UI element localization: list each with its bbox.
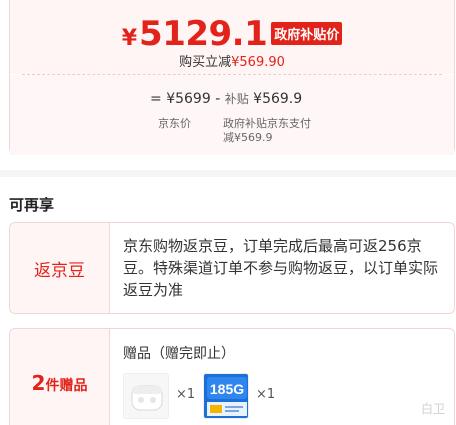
final-price-value: 5129.1: [139, 14, 268, 54]
currency-symbol: ¥: [121, 26, 138, 51]
equals-sign: =: [150, 91, 162, 107]
sim-card-badge-text: 185G: [210, 381, 244, 397]
price-header: ¥ 5129.1 政府补贴价 购买立减¥569.90: [10, 0, 454, 74]
final-price: ¥ 5129.1 政府补贴价: [10, 14, 454, 54]
section-title: 可再享: [9, 196, 55, 214]
subsidy-value: ¥569.9: [253, 91, 303, 107]
minus-sign: -: [215, 91, 221, 107]
jd-price-value: ¥5699: [166, 91, 211, 107]
gift-count-number: 2: [31, 371, 46, 395]
jd-beans-title: 返京豆: [34, 260, 85, 281]
price-card: ¥ 5129.1 政府补贴价 购买立减¥569.90 = ¥5699 - 补贴 …: [9, 0, 455, 155]
purchase-discount-label: 购买立减: [179, 55, 232, 70]
gift-qty-1: ×1: [176, 387, 196, 402]
jd-beans-card[interactable]: 返京豆 京东购物返京豆，订单完成后最高可返256京豆。特殊渠道订单不参与购物返豆…: [9, 222, 455, 314]
jd-beans-label-cell: 返京豆: [10, 223, 110, 313]
gift-count: 2件赠品: [32, 371, 88, 395]
gift-count-suffix: 件赠品: [45, 378, 88, 394]
watermark: 白卫: [421, 402, 446, 416]
jd-beans-description: 京东购物返京豆，订单完成后最高可返256京豆。特殊渠道订单不参与购物返豆，以订单…: [123, 237, 439, 299]
price-breakdown: = ¥5699 - 补贴 ¥569.9 京东价 政府补贴京东支付 减¥569.9: [10, 75, 454, 155]
gifts-title: 赠品（赠完即止）: [123, 346, 235, 362]
gifts-label-cell: 2件赠品: [10, 329, 110, 425]
gov-subsidy-badge: 政府补贴价: [271, 22, 343, 45]
purchase-discount-amount: ¥569.90: [231, 55, 285, 70]
price-formula: = ¥5699 - 补贴 ¥569.9: [150, 90, 302, 107]
jd-price-label: 京东价: [158, 117, 191, 130]
subsidy-desc-line1: 政府补贴京东支付: [223, 117, 311, 130]
purchase-discount: 购买立减¥569.90: [10, 51, 454, 70]
earbuds-case-icon[interactable]: [123, 373, 169, 419]
section-gap: [0, 170, 456, 177]
subsidy-label: 补贴: [224, 92, 249, 106]
subsidy-desc-line2: 减¥569.9: [223, 131, 273, 144]
gift-qty-2: ×1: [256, 387, 276, 402]
sim-card-185g-icon[interactable]: 185G: [203, 373, 249, 419]
gifts-card[interactable]: 2件赠品 赠品（赠完即止） ×1 185G ×1: [9, 328, 455, 425]
